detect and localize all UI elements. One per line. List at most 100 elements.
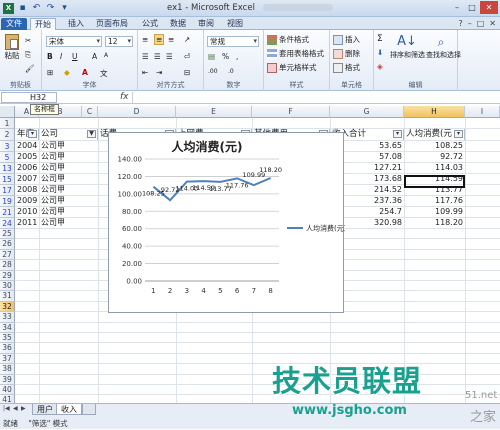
table-cell[interactable]: 公司甲 (39, 196, 98, 206)
delete-cells-button[interactable]: 删除 (333, 48, 360, 59)
next-sheet-icon[interactable]: ▶ (21, 405, 26, 412)
number-format-combo[interactable]: 常规 (207, 36, 259, 47)
close-icon[interactable]: ✕ (480, 1, 498, 14)
table-cell[interactable]: 117.76 (404, 196, 465, 206)
align-top-icon[interactable]: ≡ (142, 35, 148, 44)
sheet-tab-users[interactable]: 用户 (32, 404, 58, 415)
find-select-button[interactable]: ⌕ 查找和选择 (426, 34, 461, 60)
decrease-decimal-icon[interactable]: .0 (228, 68, 234, 75)
row-header[interactable]: 28 (0, 260, 15, 271)
col-header-e[interactable]: E (176, 106, 252, 118)
table-cell[interactable]: 2009 (15, 196, 39, 206)
format-as-table-button[interactable]: 套用表格格式 (267, 48, 324, 59)
format-painter-icon[interactable]: 🖌 (25, 64, 35, 73)
row-header[interactable]: 21 (0, 207, 15, 218)
row-header[interactable]: 33 (0, 312, 15, 323)
filter-dropdown-icon[interactable]: ▾ (28, 130, 37, 138)
table-cell[interactable]: 118.20 (404, 218, 465, 228)
line-chart[interactable]: 人均消费(元) 140.00 120.00 100.00 80.00 60.00 40.00… (108, 132, 345, 313)
shrink-font-icon[interactable]: A (104, 52, 108, 59)
row-header[interactable]: 27 (0, 249, 15, 261)
fx-icon[interactable]: fx (120, 92, 129, 102)
row-header[interactable]: 31 (0, 291, 15, 302)
row-header[interactable]: 3 (0, 141, 15, 152)
help-icon[interactable]: ? (458, 19, 462, 28)
align-bottom-icon[interactable]: ≡ (168, 35, 174, 44)
autosum-icon[interactable]: Σ (377, 34, 383, 44)
col-header-g[interactable]: G (330, 106, 404, 118)
sort-filter-button[interactable]: A↓ 排序和筛选 (390, 34, 425, 60)
formula-input[interactable] (132, 92, 498, 103)
italic-icon[interactable]: I (60, 52, 62, 61)
col-header-f[interactable]: F (252, 106, 330, 118)
col-header-i[interactable]: I (465, 106, 500, 118)
table-cell[interactable]: 2004 (15, 141, 39, 151)
cell-styles-button[interactable]: 单元格样式 (267, 62, 317, 73)
filter-dropdown-icon[interactable]: ▾ (454, 130, 463, 138)
increase-indent-icon[interactable]: ⇥ (156, 68, 162, 77)
percent-icon[interactable]: % (222, 52, 229, 61)
table-cell[interactable]: 公司甲 (39, 185, 98, 195)
table-cell[interactable]: 公司甲 (39, 163, 98, 173)
tab-data[interactable]: 数据 (170, 18, 186, 30)
font-name-combo[interactable]: 宋体 (46, 36, 102, 47)
table-cell[interactable]: 109.99 (404, 207, 465, 217)
select-all-corner[interactable] (0, 106, 15, 118)
row-header[interactable]: 35 (0, 333, 15, 344)
row-header[interactable]: 26 (0, 239, 15, 250)
minimize-icon[interactable]: – (450, 1, 464, 14)
table-cell[interactable]: 公司甲 (39, 174, 98, 184)
header-cell-company[interactable]: 公司 ▼ (39, 129, 98, 140)
table-cell[interactable]: 114.03 (404, 163, 465, 173)
row-header[interactable]: 34 (0, 322, 15, 333)
name-box[interactable]: H32 (1, 92, 57, 103)
tab-page-layout[interactable]: 页面布局 (96, 18, 128, 30)
tab-review[interactable]: 审阅 (198, 18, 214, 30)
copy-icon[interactable]: ⎘ (25, 50, 31, 60)
tab-insert[interactable]: 插入 (68, 18, 84, 30)
table-cell[interactable]: 公司甲 (39, 141, 98, 151)
table-cell[interactable]: 2007 (15, 174, 39, 184)
comma-icon[interactable]: , (236, 52, 238, 61)
table-cell[interactable]: 2005 (15, 152, 39, 162)
align-right-icon[interactable]: ☰ (166, 52, 173, 61)
font-color-icon[interactable]: A (82, 68, 88, 77)
row-header[interactable]: 30 (0, 281, 15, 292)
table-cell[interactable]: 92.72 (404, 152, 465, 162)
row-header-2[interactable]: 2 (0, 129, 15, 141)
decrease-indent-icon[interactable]: ⇤ (142, 68, 148, 77)
col-header-c[interactable]: C (82, 106, 98, 118)
ribbon-close-icon[interactable]: ✕ (489, 19, 496, 28)
fill-color-icon[interactable]: ◆ (64, 68, 70, 77)
increase-decimal-icon[interactable]: .00 (208, 68, 218, 75)
row-header[interactable]: 36 (0, 343, 15, 354)
row-header[interactable]: 32 (0, 301, 15, 313)
maximize-icon[interactable]: □ (465, 1, 479, 14)
row-header[interactable]: 41 (0, 395, 15, 403)
wrap-text-icon[interactable]: ⏎ (184, 52, 190, 61)
row-header[interactable]: 37 (0, 353, 15, 365)
underline-icon[interactable]: U (72, 52, 78, 61)
merge-center-icon[interactable]: ⊟ (184, 68, 190, 77)
prev-sheet-icon[interactable]: ◀ (13, 405, 18, 412)
row-header-1[interactable]: 1 (0, 118, 15, 129)
table-cell[interactable]: 2008 (15, 185, 39, 195)
table-cell[interactable]: 公司甲 (39, 207, 98, 217)
ribbon-restore-icon[interactable]: □ (477, 19, 485, 28)
col-header-d[interactable]: D (98, 106, 176, 118)
filter-dropdown-icon[interactable]: ▾ (393, 130, 402, 138)
grow-font-icon[interactable]: A (92, 52, 97, 61)
align-left-icon[interactable]: ☰ (142, 52, 149, 61)
sheet-tab-income[interactable]: 收入 (56, 404, 82, 415)
row-header[interactable]: 40 (0, 385, 15, 396)
currency-icon[interactable]: ▤ (208, 52, 215, 61)
table-cell[interactable]: 公司甲 (39, 218, 98, 228)
border-icon[interactable]: ⊞ (47, 68, 53, 77)
first-sheet-icon[interactable]: |◀ (3, 405, 10, 412)
phonetic-icon[interactable]: 文 (100, 68, 108, 79)
tab-formulas[interactable]: 公式 (142, 18, 158, 30)
row-header[interactable]: 24 (0, 218, 15, 229)
row-header[interactable]: 29 (0, 270, 15, 281)
font-size-combo[interactable]: 12 (105, 36, 133, 47)
row-header[interactable]: 25 (0, 229, 15, 240)
